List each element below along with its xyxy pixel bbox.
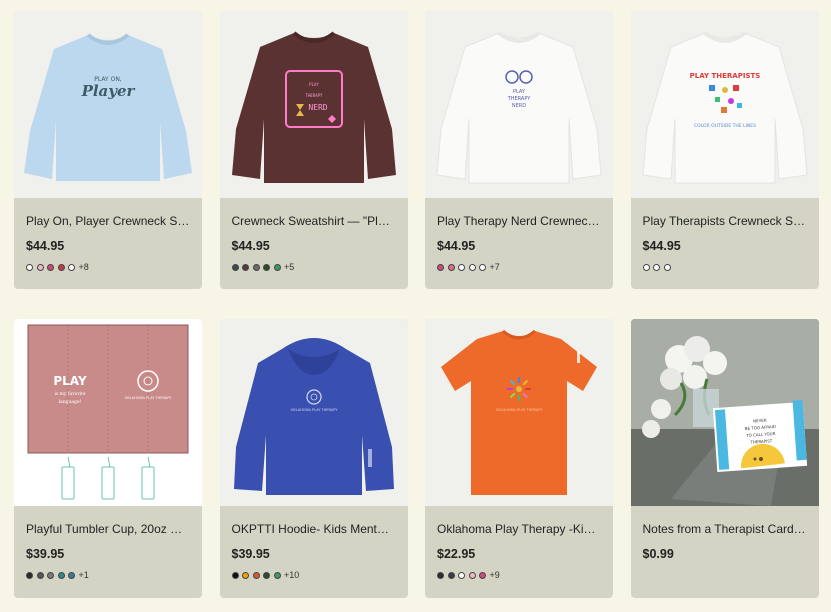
product-image[interactable]: PLAY THERAPY NERD (219, 11, 408, 198)
product-card[interactable]: PLAY ON, Player Play On, Player Crewneck… (14, 11, 202, 289)
product-image[interactable]: PLAY THERAPY NERD (425, 11, 613, 198)
product-title[interactable]: Play Therapy Nerd Crewneck Sweatshirt (437, 214, 601, 228)
color-swatches: +1 (26, 570, 190, 580)
color-swatch[interactable] (57, 571, 65, 579)
svg-text:PLAY THERAPISTS: PLAY THERAPISTS (689, 72, 760, 80)
color-swatch[interactable] (36, 263, 44, 271)
color-swatch[interactable] (479, 263, 486, 271)
product-card[interactable]: PLAY THERAPY NERD Play Therapy Nerd Crew… (425, 11, 613, 289)
product-image[interactable]: PLAY THERAPISTS COLOR OUTSIDE THE LINES (630, 11, 819, 198)
product-title[interactable]: Play Therapists Crewneck Sweatshirt (643, 214, 807, 228)
svg-text:PLAY: PLAY (309, 82, 319, 87)
product-card[interactable]: NEVER BE TOO AFRAID TO CALL YOUR THERAPI… (630, 319, 819, 598)
color-swatch[interactable] (468, 263, 476, 271)
product-image[interactable]: PLAY is my favorite language! OKLAHOMA P… (14, 319, 202, 506)
color-swatches: +7 (437, 262, 601, 272)
color-swatch[interactable] (663, 263, 671, 271)
product-price: $39.95 (26, 547, 65, 561)
svg-text:NERD: NERD (308, 103, 327, 112)
color-swatch[interactable] (437, 263, 444, 271)
color-swatches: +9 (437, 570, 601, 580)
color-swatch[interactable] (252, 263, 260, 271)
product-title[interactable]: Crewneck Sweatshirt — "Play Therapy Nerd… (232, 214, 396, 228)
more-colors-count: +7 (489, 262, 500, 272)
color-swatch[interactable] (468, 571, 476, 579)
color-swatch[interactable] (263, 263, 270, 271)
product-card[interactable]: PLAY is my favorite language! OKLAHOMA P… (14, 319, 202, 598)
product-card[interactable]: OKLAHOMA PLAY THERAPY OKPTTI Hoodie- Kid… (219, 319, 408, 598)
product-title[interactable]: Play On, Player Crewneck Sweatshirt (26, 214, 190, 228)
product-card[interactable]: PLAY THERAPY NERD Crewneck Sweatshirt — … (219, 11, 408, 289)
color-swatch[interactable] (68, 263, 75, 271)
color-swatch[interactable] (26, 571, 33, 579)
svg-text:language!: language! (59, 399, 82, 405)
color-swatches: +10 (231, 570, 396, 580)
product-price: $0.99 (642, 547, 674, 561)
color-swatches (643, 570, 807, 580)
product-card[interactable]: PLAY THERAPISTS COLOR OUTSIDE THE LINES … (630, 11, 819, 289)
svg-text:COLOR OUTSIDE THE LINES: COLOR OUTSIDE THE LINES (694, 123, 756, 129)
color-swatch[interactable] (273, 263, 281, 271)
svg-text:OKLAHOMA PLAY THERAPY: OKLAHOMA PLAY THERAPY (290, 408, 338, 412)
color-swatch[interactable] (26, 263, 33, 271)
svg-text:OKLAHOMA PLAY THERAPY: OKLAHOMA PLAY THERAPY (125, 396, 173, 400)
more-colors-count: +9 (489, 570, 500, 580)
svg-text:is my favorite: is my favorite (54, 391, 85, 397)
more-colors-count: +10 (284, 570, 300, 580)
color-swatch[interactable] (242, 571, 249, 579)
product-price: $39.95 (231, 547, 270, 561)
color-swatch[interactable] (68, 571, 75, 579)
more-colors-count: +8 (78, 262, 89, 272)
color-swatch[interactable] (458, 263, 465, 271)
svg-text:THERAPY: THERAPY (507, 96, 532, 102)
color-swatch[interactable] (447, 263, 455, 271)
product-image[interactable]: OKLAHOMA PLAY THERAPY (219, 319, 408, 506)
product-title[interactable]: OKPTTI Hoodie- Kids Mental Health (232, 522, 396, 536)
svg-text:NEVER: NEVER (752, 417, 766, 423)
color-swatch[interactable] (231, 263, 239, 271)
svg-text:NERD: NERD (512, 103, 526, 109)
product-image[interactable]: PLAY ON, Player (14, 11, 202, 198)
svg-text:Player: Player (81, 82, 136, 100)
product-price: $44.95 (437, 239, 476, 253)
color-swatch[interactable] (458, 571, 465, 579)
color-swatch[interactable] (252, 571, 260, 579)
color-swatch[interactable] (273, 571, 281, 579)
product-image[interactable]: OKLAHOMA PLAY THERAPY (425, 319, 613, 506)
product-price: $22.95 (437, 547, 476, 561)
color-swatches: +8 (26, 262, 190, 272)
color-swatch[interactable] (47, 263, 54, 271)
product-price: $44.95 (26, 239, 65, 253)
svg-text:PLAY: PLAY (513, 89, 526, 95)
color-swatch[interactable] (479, 571, 486, 579)
color-swatch[interactable] (36, 571, 44, 579)
product-card[interactable]: OKLAHOMA PLAY THERAPY Oklahoma Play Ther… (425, 319, 613, 598)
svg-text:OKLAHOMA PLAY THERAPY: OKLAHOMA PLAY THERAPY (496, 408, 544, 412)
product-image[interactable]: NEVER BE TOO AFRAID TO CALL YOUR THERAPI… (630, 319, 819, 506)
color-swatch[interactable] (653, 263, 660, 271)
color-swatches: +5 (231, 262, 396, 272)
product-title[interactable]: Notes from a Therapist Card Set (643, 522, 807, 536)
svg-text:THERAPY: THERAPY (305, 93, 322, 98)
color-swatch[interactable] (57, 263, 65, 271)
color-swatch[interactable] (642, 263, 650, 271)
more-colors-count: +5 (284, 262, 295, 272)
product-price: $44.95 (642, 239, 681, 253)
product-price: $44.95 (231, 239, 270, 253)
product-grid: PLAY ON, Player Play On, Player Crewneck… (14, 11, 819, 598)
product-title[interactable]: Oklahoma Play Therapy -Kids Mental Healt… (437, 522, 601, 536)
color-swatch[interactable] (263, 571, 270, 579)
color-swatch[interactable] (231, 571, 239, 579)
color-swatch[interactable] (447, 571, 455, 579)
product-title[interactable]: Playful Tumbler Cup, 20oz Skinny (26, 522, 190, 536)
color-swatch[interactable] (242, 263, 249, 271)
color-swatch[interactable] (437, 571, 444, 579)
color-swatches (642, 262, 807, 272)
more-colors-count: +1 (78, 570, 89, 580)
svg-text:PLAY: PLAY (53, 374, 87, 388)
color-swatch[interactable] (47, 571, 54, 579)
